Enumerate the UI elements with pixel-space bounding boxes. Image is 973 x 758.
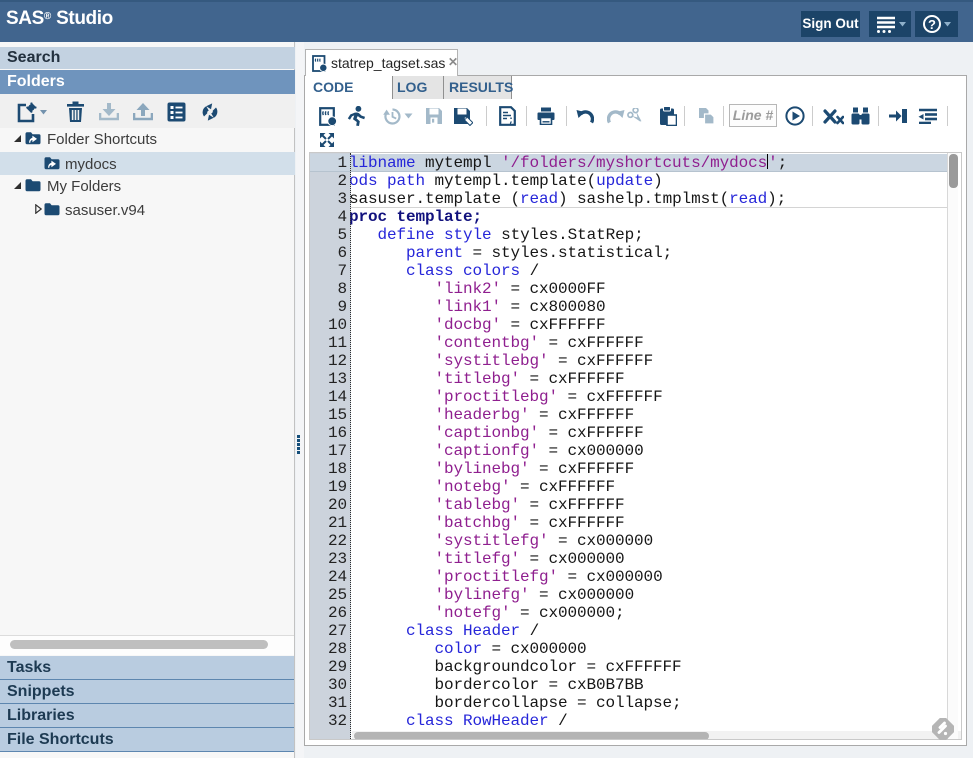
svg-text:;: ;	[508, 116, 514, 126]
svg-text:?: ?	[928, 17, 936, 32]
